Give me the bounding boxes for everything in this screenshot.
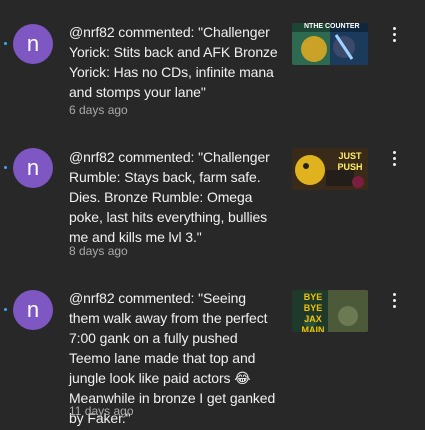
avatar[interactable]: n xyxy=(13,290,53,330)
avatar[interactable]: n xyxy=(13,148,53,188)
notification-time: 6 days ago xyxy=(69,103,128,117)
video-thumbnail[interactable]: JUST PUSH xyxy=(292,148,368,190)
notification-time: 8 days ago xyxy=(69,244,128,258)
video-thumbnail[interactable]: NTHE COUNTER xyxy=(292,23,368,65)
notification-text[interactable]: @nrf82 commented: "Challenger Yorick: St… xyxy=(69,22,279,102)
notification-list: n @nrf82 commented: "Challenger Yorick: … xyxy=(0,0,425,430)
thumbnail-caption: JUST PUSH xyxy=(337,151,363,172)
more-options-icon[interactable] xyxy=(387,24,401,44)
avatar[interactable]: n xyxy=(13,24,53,64)
unread-dot xyxy=(4,308,7,311)
unread-dot xyxy=(4,166,7,169)
thumbnail-caption: BYE BYE JAX MAIN xyxy=(301,292,325,332)
thumbnail-caption: NTHE COUNTER xyxy=(304,23,360,30)
notification-item[interactable]: n @nrf82 commented: "Challenger Yorick: … xyxy=(0,0,425,130)
avatar-letter: n xyxy=(26,297,40,322)
notification-text[interactable]: @nrf82 commented: "Challenger Rumble: St… xyxy=(69,147,279,247)
notification-item[interactable]: n @nrf82 commented: "Seeing them walk aw… xyxy=(0,270,425,430)
notification-item[interactable]: n @nrf82 commented: "Challenger Rumble: … xyxy=(0,130,425,270)
unread-dot xyxy=(4,42,7,45)
notification-time: 11 days ago xyxy=(69,404,134,418)
more-options-icon[interactable] xyxy=(387,290,401,310)
more-options-icon[interactable] xyxy=(387,148,401,168)
video-thumbnail[interactable]: BYE BYE JAX MAIN xyxy=(292,290,368,332)
avatar-letter: n xyxy=(26,31,40,56)
avatar-letter: n xyxy=(26,155,40,180)
